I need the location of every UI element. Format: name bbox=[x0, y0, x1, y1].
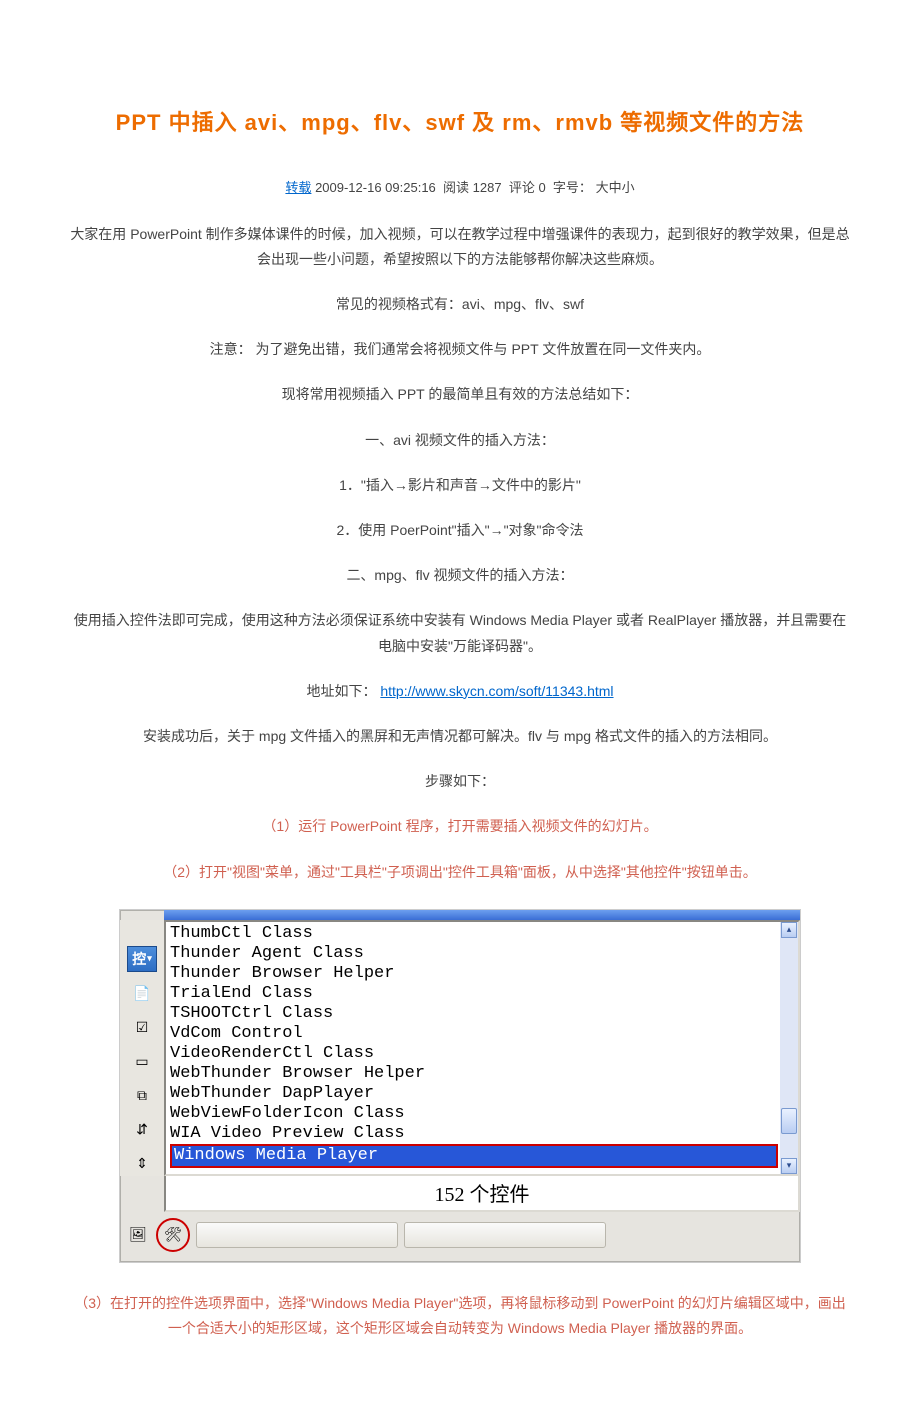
list-item[interactable]: WIA Video Preview Class bbox=[170, 1124, 798, 1144]
properties-icon[interactable]: 📄 bbox=[128, 982, 156, 1006]
zhuanzai-link[interactable]: 转载 bbox=[285, 180, 311, 195]
url-prefix: 地址如下： bbox=[306, 683, 376, 699]
post-meta: 转载 2009-12-16 09:25:16 阅读 1287 评论 0 字号： … bbox=[70, 177, 850, 196]
paragraph-note: 注意： 为了避免出错，我们通常会将视频文件与 PPT 文件放置在同一文件夹内。 bbox=[70, 337, 850, 362]
comment-label: 评论 bbox=[509, 180, 535, 195]
image-icon[interactable]: 🖼 bbox=[126, 1223, 150, 1247]
list-item[interactable]: WebThunder Browser Helper bbox=[170, 1064, 798, 1084]
paragraph-url: 地址如下： http://www.skycn.com/soft/11343.ht… bbox=[70, 679, 850, 704]
paragraph-after-install: 安装成功后，关于 mpg 文件插入的黑屏和无声情况都可解决。flv 与 mpg … bbox=[70, 724, 850, 749]
gray-button-2[interactable] bbox=[404, 1222, 606, 1248]
step-3: （3）在打开的控件选项界面中，选择"Windows Media Player"选… bbox=[70, 1291, 850, 1341]
gray-button-1[interactable] bbox=[196, 1222, 398, 1248]
controls-toolbar: 控 📄 ☑ ▭ ⧉ ⇵ ⇕ bbox=[120, 920, 164, 1176]
more-controls-button[interactable]: 🛠 bbox=[156, 1218, 190, 1252]
list-item[interactable]: Thunder Agent Class bbox=[170, 944, 798, 964]
controls-listbox[interactable]: ThumbCtl ClassThunder Agent ClassThunder… bbox=[164, 920, 800, 1176]
updown-icon[interactable]: ⇕ bbox=[128, 1152, 156, 1176]
list-item[interactable]: Thunder Browser Helper bbox=[170, 964, 798, 984]
controls-window: 控 📄 ☑ ▭ ⧉ ⇵ ⇕ ThumbCtl ClassThunder Agen… bbox=[119, 909, 801, 1263]
list-item[interactable]: VdCom Control bbox=[170, 1024, 798, 1044]
paragraph-intro: 大家在用 PowerPoint 制作多媒体课件的时候，加入视频，可以在教学过程中… bbox=[70, 222, 850, 272]
paragraph-avi-1: 1．"插入→影片和声音→文件中的影片" bbox=[70, 473, 850, 498]
fontsize-label: 字号： bbox=[553, 180, 592, 195]
paragraph-avi-heading: 一、avi 视频文件的插入方法： bbox=[70, 428, 850, 453]
paragraph-mpg-heading: 二、mpg、flv 视频文件的插入方法： bbox=[70, 563, 850, 588]
button-icon[interactable]: ▭ bbox=[128, 1050, 156, 1074]
scroll-down-button[interactable]: ▾ bbox=[781, 1158, 797, 1174]
read-label: 阅读 bbox=[443, 180, 469, 195]
codec-link[interactable]: http://www.skycn.com/soft/11343.html bbox=[380, 683, 613, 699]
fontsize-value: 大中小 bbox=[596, 180, 635, 195]
step-1: （1）运行 PowerPoint 程序，打开需要插入视频文件的幻灯片。 bbox=[70, 814, 850, 839]
controls-count: 152 个控件 bbox=[164, 1176, 800, 1212]
paragraph-avi-2: 2．使用 PoerPoint"插入"→"对象"命令法 bbox=[70, 518, 850, 543]
listbox-icon[interactable]: ⧉ bbox=[128, 1084, 156, 1108]
checkbox-icon[interactable]: ☑ bbox=[128, 1016, 156, 1040]
document-page: PPT 中插入 avi、mpg、flv、swf 及 rm、rmvb 等视频文件的… bbox=[0, 0, 920, 1401]
scrollbar[interactable]: ▴ ▾ bbox=[780, 922, 798, 1174]
scroll-up-button[interactable]: ▴ bbox=[781, 922, 797, 938]
controls-body: 控 📄 ☑ ▭ ⧉ ⇵ ⇕ ThumbCtl ClassThunder Agen… bbox=[120, 920, 800, 1176]
toolbox-button[interactable]: 控 bbox=[127, 946, 157, 972]
list-item[interactable]: VideoRenderCtl Class bbox=[170, 1044, 798, 1064]
paragraph-formats: 常见的视频格式有：avi、mpg、flv、swf bbox=[70, 292, 850, 317]
paragraph-summary: 现将常用视频插入 PPT 的最简单且有效的方法总结如下： bbox=[70, 382, 850, 407]
scroll-thumb[interactable] bbox=[781, 1108, 797, 1134]
post-datetime: 2009-12-16 09:25:16 bbox=[315, 180, 436, 195]
read-count: 1287 bbox=[473, 180, 502, 195]
paragraph-mpg-body: 使用插入控件法即可完成，使用这种方法必须保证系统中安装有 Windows Med… bbox=[70, 608, 850, 658]
list-item[interactable]: TrialEnd Class bbox=[170, 984, 798, 1004]
controls-bottom-row: 🖼 🛠 bbox=[120, 1212, 800, 1262]
list-item[interactable]: Windows Media Player bbox=[170, 1144, 778, 1168]
paragraph-steps-heading: 步骤如下： bbox=[70, 769, 850, 794]
page-title: PPT 中插入 avi、mpg、flv、swf 及 rm、rmvb 等视频文件的… bbox=[70, 105, 850, 137]
window-titlebar bbox=[164, 910, 800, 920]
list-item[interactable]: WebViewFolderIcon Class bbox=[170, 1104, 798, 1124]
comment-count: 0 bbox=[538, 180, 545, 195]
list-item[interactable]: WebThunder DapPlayer bbox=[170, 1084, 798, 1104]
spin-icon[interactable]: ⇵ bbox=[128, 1118, 156, 1142]
list-item[interactable]: ThumbCtl Class bbox=[170, 924, 798, 944]
list-item[interactable]: TSHOOTCtrl Class bbox=[170, 1004, 798, 1024]
step-2: （2）打开"视图"菜单，通过"工具栏"子项调出"控件工具箱"面板，从中选择"其他… bbox=[70, 860, 850, 885]
